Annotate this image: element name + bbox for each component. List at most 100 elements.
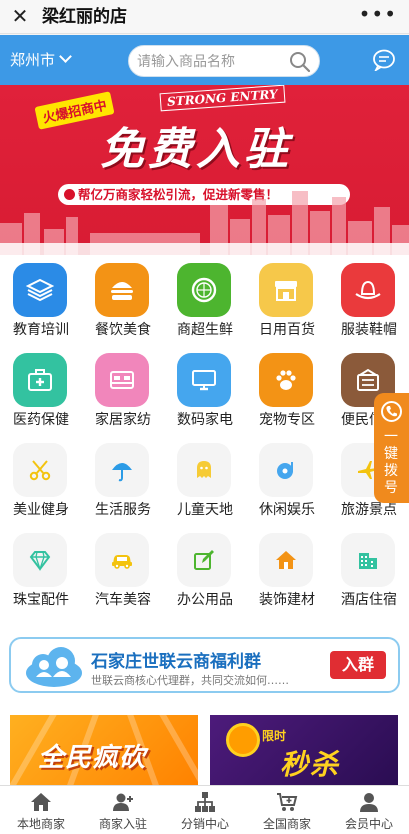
tab-local-merchants[interactable]: 本地商家	[0, 786, 82, 834]
tab-label: 会员中心	[344, 817, 393, 831]
tab-merchant-join[interactable]: 商家入驻	[82, 786, 164, 834]
add-user-icon	[113, 793, 133, 811]
diamond-icon	[13, 533, 67, 587]
house-icon	[259, 533, 313, 587]
medkit-icon	[13, 353, 67, 407]
member-icon	[360, 793, 378, 812]
category-life-service[interactable]: 生活服务	[82, 435, 164, 525]
monitor-icon	[177, 353, 231, 407]
group-section: 石家庄世联云商福利群 世联云商核心代理群，共同交流如何…… 入群	[0, 617, 409, 701]
flash-sale-tag: 限时	[262, 729, 287, 743]
city-label: 郑州市	[10, 51, 56, 69]
category-label: 宠物专区	[259, 412, 315, 428]
tab-distribution[interactable]: 分销中心	[164, 786, 246, 834]
city-skyline-illustration	[0, 191, 409, 255]
quick-dial-label: 一键拨号	[384, 429, 398, 496]
message-icon[interactable]	[372, 49, 396, 71]
ghost-icon	[177, 443, 231, 497]
flash-sale-text: 秒杀	[280, 748, 341, 781]
category-education[interactable]: 教育培训	[0, 255, 82, 345]
hat-icon	[341, 263, 395, 317]
cart-icon	[277, 793, 298, 811]
category-medical[interactable]: 医药保健	[0, 345, 82, 435]
category-label: 美业健身	[13, 502, 69, 518]
close-icon[interactable]: ✕	[10, 5, 30, 27]
category-home-textile[interactable]: 家居家纺	[82, 345, 164, 435]
bed-icon	[95, 353, 149, 407]
layers-icon	[13, 263, 67, 317]
pen-icon	[177, 533, 231, 587]
paw-icon	[259, 353, 313, 407]
search-box[interactable]	[128, 45, 320, 77]
bargain-promo[interactable]: 全民疯砍	[10, 715, 198, 785]
category-label: 装饰建材	[259, 592, 315, 608]
quick-dial-tab[interactable]: 一键拨号	[374, 393, 409, 503]
bargain-promo-text: 全民疯砍	[38, 743, 147, 773]
category-office[interactable]: 办公用品	[164, 525, 246, 615]
category-label: 日用百货	[259, 322, 315, 338]
tab-label: 商家入驻	[98, 817, 147, 831]
alarm-clock-icon	[226, 723, 260, 757]
category-label: 酒店住宿	[341, 592, 397, 608]
join-group-button[interactable]: 入群	[330, 651, 386, 679]
category-electronics[interactable]: 数码家电	[164, 345, 246, 435]
category-grocery[interactable]: 商超生鲜	[164, 255, 246, 345]
english-tag: STRONG ENTRY	[159, 85, 286, 112]
group-card[interactable]: 石家庄世联云商福利群 世联云商核心代理群，共同交流如何…… 入群	[9, 637, 400, 693]
category-pets[interactable]: 宠物专区	[246, 345, 328, 435]
building-icon	[341, 533, 395, 587]
promo-banner[interactable]: 火爆招商中 STRONG ENTRY 免费入驻 帮亿万商家轻松引流，促进新零售！	[0, 85, 409, 255]
title-bar: ✕ 梁红丽的店 •••	[0, 0, 409, 34]
page-title: 梁红丽的店	[42, 7, 127, 27]
banner-headline: 免费入驻	[100, 124, 292, 175]
category-entertainment[interactable]: 休闲娱乐	[246, 435, 328, 525]
lime-icon	[177, 263, 231, 317]
tab-member-center[interactable]: 会员中心	[328, 786, 409, 834]
category-label: 教育培训	[13, 322, 69, 338]
category-car-care[interactable]: 汽车美容	[82, 525, 164, 615]
category-label: 休闲娱乐	[259, 502, 315, 518]
tab-label: 全国商家	[262, 817, 311, 831]
group-subtitle: 世联云商核心代理群，共同交流如何……	[91, 674, 289, 687]
category-label: 生活服务	[95, 502, 151, 518]
tab-label: 本地商家	[16, 817, 65, 831]
promo-section: 全民疯砍 限时 秒杀	[0, 701, 409, 785]
home-icon	[31, 793, 51, 811]
scissors-icon	[13, 443, 67, 497]
bottom-nav: 本地商家 商家入驻 分销中心 全国商家 会员中心	[0, 785, 409, 834]
category-jewelry[interactable]: 珠宝配件	[0, 525, 82, 615]
phone-icon	[381, 401, 402, 422]
tab-label: 分销中心	[180, 817, 229, 831]
category-label: 家居家纺	[95, 412, 151, 428]
category-label: 办公用品	[177, 592, 233, 608]
store-icon	[259, 263, 313, 317]
city-selector[interactable]: 郑州市	[10, 50, 72, 70]
search-input[interactable]	[137, 51, 287, 73]
search-icon[interactable]	[289, 51, 311, 73]
category-daily-goods[interactable]: 日用百货	[246, 255, 328, 345]
category-building-materials[interactable]: 装饰建材	[246, 525, 328, 615]
search-header: 郑州市	[0, 35, 409, 85]
category-label: 珠宝配件	[13, 592, 69, 608]
category-label: 旅游景点	[341, 502, 397, 518]
category-beauty-fitness[interactable]: 美业健身	[0, 435, 82, 525]
umbrella-icon	[95, 443, 149, 497]
category-label: 数码家电	[177, 412, 233, 428]
flash-sale-promo[interactable]: 限时 秒杀	[210, 715, 398, 785]
music-disc-icon	[259, 443, 313, 497]
category-label: 餐饮美食	[95, 322, 151, 338]
chevron-down-icon	[59, 50, 72, 63]
category-label: 医药保健	[13, 412, 69, 428]
category-label: 服装鞋帽	[341, 322, 397, 338]
tab-national-merchants[interactable]: 全国商家	[246, 786, 328, 834]
car-icon	[95, 533, 149, 587]
category-clothing[interactable]: 服装鞋帽	[328, 255, 409, 345]
category-label: 商超生鲜	[177, 322, 233, 338]
category-grid: 教育培训 餐饮美食 商超生鲜 日用百货 服装鞋帽 医药保健 家居家纺 数码家电 …	[0, 255, 409, 617]
more-options-icon[interactable]: •••	[359, 3, 397, 25]
category-kids[interactable]: 儿童天地	[164, 435, 246, 525]
burger-icon	[95, 263, 149, 317]
category-food[interactable]: 餐饮美食	[82, 255, 164, 345]
group-cloud-icon	[26, 647, 82, 687]
category-hotel[interactable]: 酒店住宿	[328, 525, 409, 615]
